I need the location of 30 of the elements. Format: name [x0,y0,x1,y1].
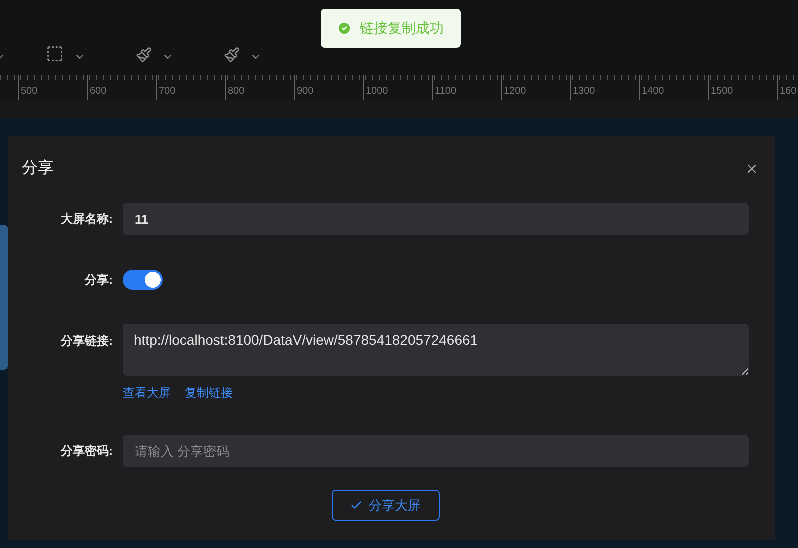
ruler-label: 1400 [641,85,664,99]
ruler-label: 900 [296,85,314,99]
field-label: 大屏名称: [60,211,114,228]
password-input[interactable]: 请输入 分享密码 [123,435,749,467]
ruler-label: 1000 [365,85,388,99]
link-textarea[interactable]: http://localhost:8100/DataV/view/587854182057246661 [123,324,749,376]
close-icon[interactable] [745,162,759,176]
field-label: 分享: [84,272,114,289]
ruler-label: 600 [89,85,107,99]
ruler-label: 500 [20,85,38,99]
brush-icon[interactable] [224,47,240,63]
link[interactable]: 复制链接 [185,384,233,402]
field-label: 分享链接: [60,333,114,350]
selection-icon[interactable] [46,45,64,63]
dialog-title: 分享 [22,158,54,179]
ruler-label: 1500 [710,85,734,99]
share-button[interactable]: 分享大屏 [332,490,440,521]
brush-icon[interactable] [136,47,152,63]
share-switch[interactable] [123,270,163,290]
ruler-label: 1300 [572,85,596,99]
field-label: 分享密码: [60,443,114,460]
name-input[interactable]: 11 [123,203,749,235]
ruler-label: 1200 [503,85,526,99]
ruler-label: 800 [227,85,245,99]
link[interactable]: 查看大屏 [123,384,171,402]
ruler-label: 160 [779,85,797,99]
ruler-label: 700 [158,85,176,99]
success-icon [337,21,352,36]
ruler-label: 1100 [434,85,457,99]
toast-message: 链接复制成功 [360,19,444,38]
